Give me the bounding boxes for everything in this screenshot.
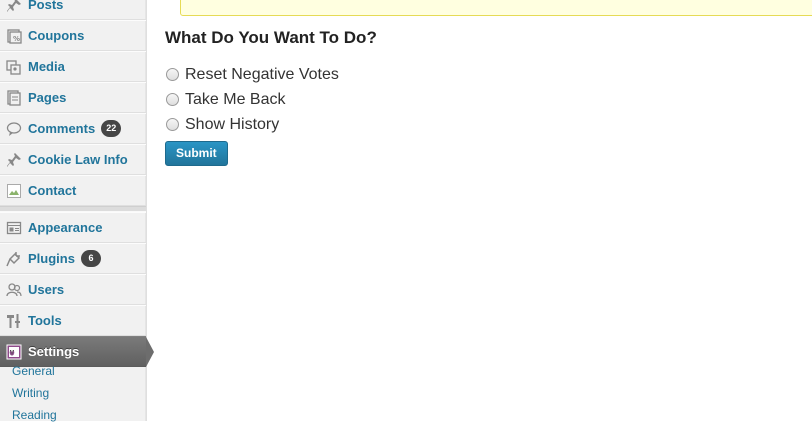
option-reset-negative-votes[interactable]: Reset Negative Votes [165,62,377,87]
pushpin-icon [6,152,22,168]
radio-button[interactable] [166,68,179,81]
tools-icon [6,313,22,329]
menu-label: Contact [28,183,77,198]
option-label: Take Me Back [185,90,286,108]
menu-label: Comments [28,121,96,136]
menu-item-contact[interactable]: Contact [0,175,146,206]
plugins-count-badge: 6 [80,250,101,267]
menu-item-pages[interactable]: Pages [0,82,146,113]
submenu-item-reading[interactable]: Reading [0,404,146,426]
pushpin-icon [6,0,22,13]
menu-item-posts[interactable]: Posts [0,0,146,20]
menu-label: Plugins [28,251,75,266]
menu-item-users[interactable]: Users [0,274,146,305]
submenu-item-general[interactable]: General [0,360,146,382]
admin-notice [180,0,812,16]
plugin-icon [6,251,22,267]
menu-label: Appearance [28,220,103,235]
option-label: Show History [185,115,280,133]
menu-item-comments[interactable]: Comments 22 [0,113,146,144]
menu-item-cookie-law-info[interactable]: Cookie Law Info [0,144,146,175]
option-show-history[interactable]: Show History [165,112,377,137]
media-icon [6,59,22,75]
settings-submenu: General Writing Reading [0,356,146,426]
menu-item-plugins[interactable]: Plugins 6 [0,243,146,274]
page-title: What Do You Want To Do? [165,28,377,47]
coupon-icon: % [6,28,22,44]
submenu-item-writing[interactable]: Writing [0,382,146,404]
admin-menu: Posts % Coupons Media Pages Comments 22 [0,0,154,367]
option-take-me-back[interactable]: Take Me Back [165,87,377,112]
menu-item-appearance[interactable]: Appearance [0,212,146,243]
menu-label: Coupons [28,28,85,43]
comment-icon [6,121,22,137]
menu-label: Tools [28,313,62,328]
pages-icon [6,89,22,106]
menu-label: Users [28,282,65,297]
menu-label: Media [28,59,65,74]
menu-item-media[interactable]: Media [0,51,146,82]
option-label: Reset Negative Votes [185,65,339,83]
broken-image-icon [6,183,22,199]
radio-button[interactable] [166,118,179,131]
menu-label: Posts [28,0,64,12]
menu-item-coupons[interactable]: % Coupons [0,20,146,51]
users-icon [6,282,22,298]
svg-text:%: % [13,35,20,43]
submit-button[interactable]: Submit [165,141,228,166]
appearance-icon [6,220,22,236]
comments-count-badge: 22 [101,120,122,137]
radio-button[interactable] [166,93,179,106]
main-content: What Do You Want To Do? Reset Negative V… [165,28,377,166]
menu-label: Pages [28,90,67,105]
menu-label: Cookie Law Info [28,152,128,167]
menu-item-tools[interactable]: Tools [0,305,146,336]
